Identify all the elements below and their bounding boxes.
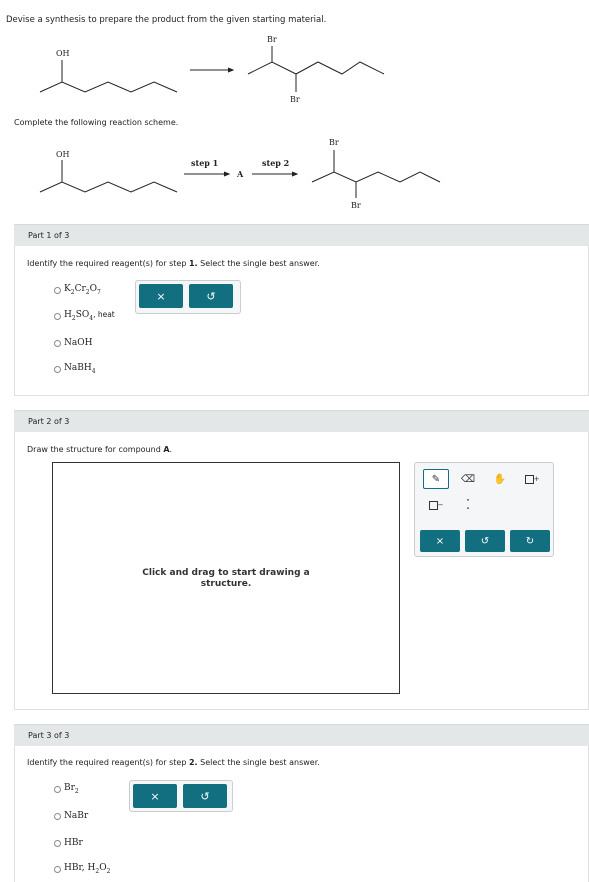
option-label: HBr, H2O2 [64,863,111,875]
radio-button[interactable] [54,312,61,320]
radio-button[interactable] [54,286,61,294]
pencil-icon[interactable]: ✎ [423,469,449,489]
br-label: Br [329,138,339,147]
option-label: NaBH4 [64,363,96,375]
oh-label: OH [56,150,70,159]
option-label: HBr [64,838,83,848]
option-hbr-h2o2[interactable]: HBr, H2O2 [54,862,110,876]
part1-header: Part 1 of 3 [14,224,589,246]
overall-reaction-diagram: OH Br Br [39,35,385,104]
hand-icon[interactable]: ✋ [487,469,513,489]
reaction-scheme-diagram: OH step 1 A step 2 Br Br [39,138,441,210]
lone-pair-icon[interactable]: ⁚ [455,495,481,515]
charge-minus-icon[interactable]: − [423,495,449,515]
clear-button[interactable]: × [420,530,460,552]
part1-instruction: Identify the required reagent(s) for ste… [27,259,320,268]
option-label: NaBr [64,811,89,821]
part3-button-group: × ↺ [129,780,233,812]
radio-button[interactable] [54,365,61,373]
option-nabr[interactable]: NaBr [54,809,88,823]
drawing-toolbox: ✎ ⌫ ✋ + − ⁚ × ↺ ↻ [414,462,554,557]
option-br2[interactable]: Br2 [54,782,79,796]
br-label: Br [351,201,361,210]
clear-button[interactable]: × [133,784,177,808]
option-label: H2SO4, heat [64,310,115,322]
scheme-prompt: Complete the following reaction scheme. [14,118,179,127]
clear-button[interactable]: × [139,284,183,308]
option-hbr[interactable]: HBr [54,836,83,850]
part2-instruction: Draw the structure for compound A. [27,445,173,454]
radio-button[interactable] [54,339,61,347]
intermediate-a-label: A [236,169,244,179]
step2-label: step 2 [262,158,289,168]
redo-button[interactable]: ↻ [510,530,550,552]
drawing-canvas[interactable]: Click and drag to start drawing a struct… [52,462,400,694]
question-prompt: Devise a synthesis to prepare the produc… [6,15,327,25]
option-label: K2Cr2O7 [64,284,101,296]
part3-header: Part 3 of 3 [14,724,589,746]
br-label: Br [267,35,277,44]
undo-button[interactable]: ↺ [183,784,227,808]
oh-label: OH [56,49,70,58]
part1-button-group: × ↺ [135,280,241,314]
undo-button[interactable]: ↺ [465,530,505,552]
option-nabh4[interactable]: NaBH4 [54,362,96,376]
radio-button[interactable] [54,812,61,820]
part3-instruction: Identify the required reagent(s) for ste… [27,758,320,767]
part2-header: Part 2 of 3 [14,410,589,432]
radio-button[interactable] [54,785,61,793]
charge-plus-icon[interactable]: + [519,469,545,489]
option-h2so4-heat[interactable]: H2SO4, heat [54,309,115,323]
option-label: NaOH [64,338,93,348]
radio-button[interactable] [54,839,61,847]
eraser-icon[interactable]: ⌫ [455,469,481,489]
radio-button[interactable] [54,865,61,873]
option-naoh[interactable]: NaOH [54,336,92,350]
canvas-hint: Click and drag to start drawing a struct… [142,568,310,589]
option-label: Br2 [64,783,79,795]
option-k2cr2o7[interactable]: K2Cr2O7 [54,283,101,297]
undo-button[interactable]: ↺ [189,284,233,308]
br-label: Br [290,95,300,104]
step1-label: step 1 [191,158,218,168]
